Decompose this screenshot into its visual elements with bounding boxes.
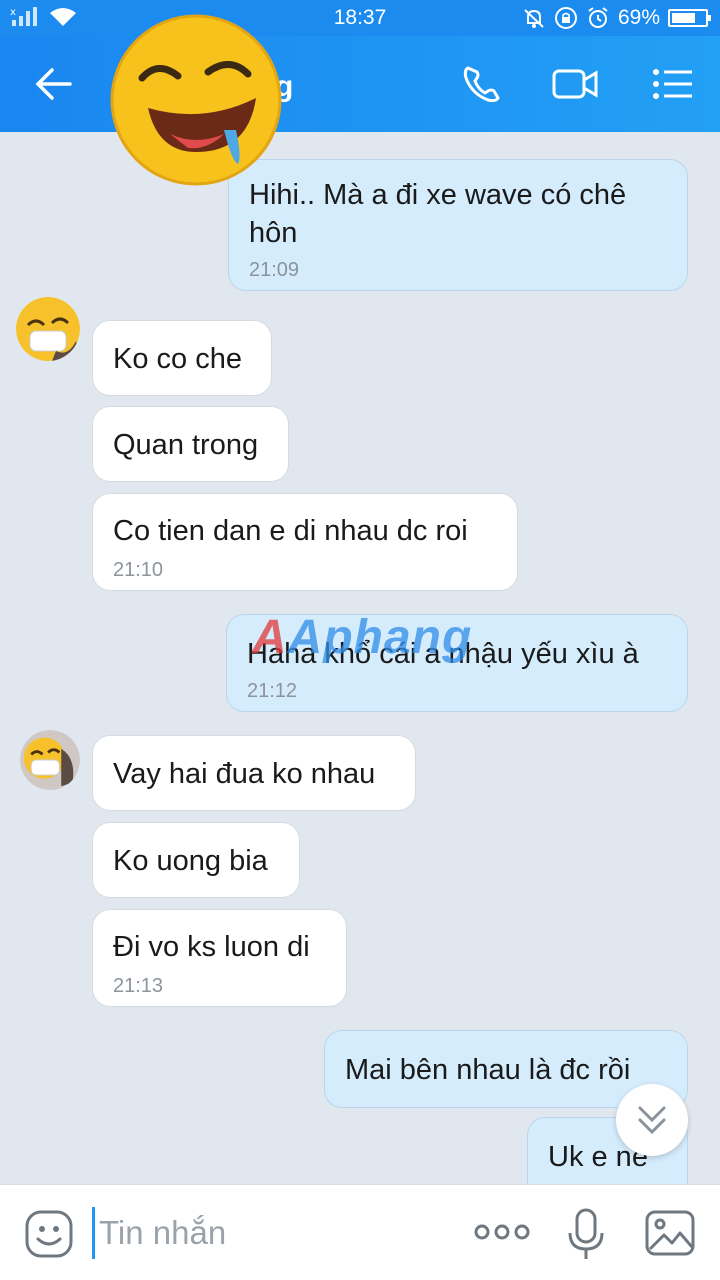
message-time: 21:10 <box>113 559 164 581</box>
alarm-icon <box>588 7 608 28</box>
phone-icon[interactable] <box>458 60 508 108</box>
battery-percent: 69% <box>617 6 660 29</box>
image-icon[interactable] <box>644 1209 696 1257</box>
back-arrow-icon[interactable] <box>30 62 80 106</box>
more-dots-icon[interactable] <box>474 1217 530 1247</box>
laughing-emoji-sticker <box>110 14 282 186</box>
emoji-icon[interactable] <box>24 1209 74 1259</box>
message-time: 21:09 <box>249 259 300 281</box>
message-text: Quan trong <box>113 429 259 461</box>
message-bubble-incoming[interactable]: Ko uong bia <box>92 822 300 898</box>
status-right: 69% <box>522 6 711 30</box>
contact-avatar[interactable] <box>16 297 80 361</box>
message-input[interactable]: Tin nhắn <box>92 1207 422 1259</box>
message-text: Co tien dan e di nhau dc roi <box>113 515 468 547</box>
menu-list-icon[interactable] <box>648 60 698 108</box>
message-bubble-outgoing[interactable]: Haha khổ cái a nhậu yếu xìu à 21:12 <box>226 614 688 712</box>
message-text: Vay hai đua ko nhau <box>113 758 376 790</box>
message-bubble-outgoing[interactable]: Hihi.. Mà a đi xe wave có chê hôn 21:09 <box>228 159 688 291</box>
microphone-icon[interactable] <box>566 1207 606 1263</box>
chevron-double-down-icon <box>638 1106 666 1135</box>
scroll-to-bottom-button[interactable] <box>616 1084 688 1156</box>
battery-level <box>672 13 695 23</box>
lock-rotation-icon <box>554 7 577 29</box>
message-time: 21:12 <box>247 680 298 702</box>
message-bubble-incoming[interactable]: Quan trong <box>92 406 289 482</box>
contact-avatar[interactable] <box>20 730 80 790</box>
message-bubble-incoming[interactable]: Đi vo ks luon di 21:13 <box>92 909 347 1007</box>
message-bubble-incoming[interactable]: Vay hai đua ko nhau <box>92 735 416 811</box>
message-text: Đi vo ks luon di <box>113 931 310 963</box>
battery-icon <box>668 9 711 27</box>
message-list[interactable]: Hihi.. Mà a đi xe wave có chê hôn 21:09 … <box>0 132 720 1184</box>
message-text: Ko co che <box>113 343 242 375</box>
video-call-icon[interactable] <box>550 60 600 108</box>
message-bubble-incoming[interactable]: Co tien dan e di nhau dc roi 21:10 <box>92 493 518 591</box>
message-text: Hihi.. Mà a đi xe wave có chê hôn <box>249 179 627 249</box>
message-text: Haha khổ cái a nhậu yếu xìu à <box>247 638 639 670</box>
message-text: Ko uong bia <box>113 845 268 877</box>
message-time: 21:13 <box>113 975 164 997</box>
composer-bar: Tin nhắn <box>0 1184 720 1280</box>
mute-icon <box>524 9 544 28</box>
message-bubble-incoming[interactable]: Ko co che <box>92 320 272 396</box>
